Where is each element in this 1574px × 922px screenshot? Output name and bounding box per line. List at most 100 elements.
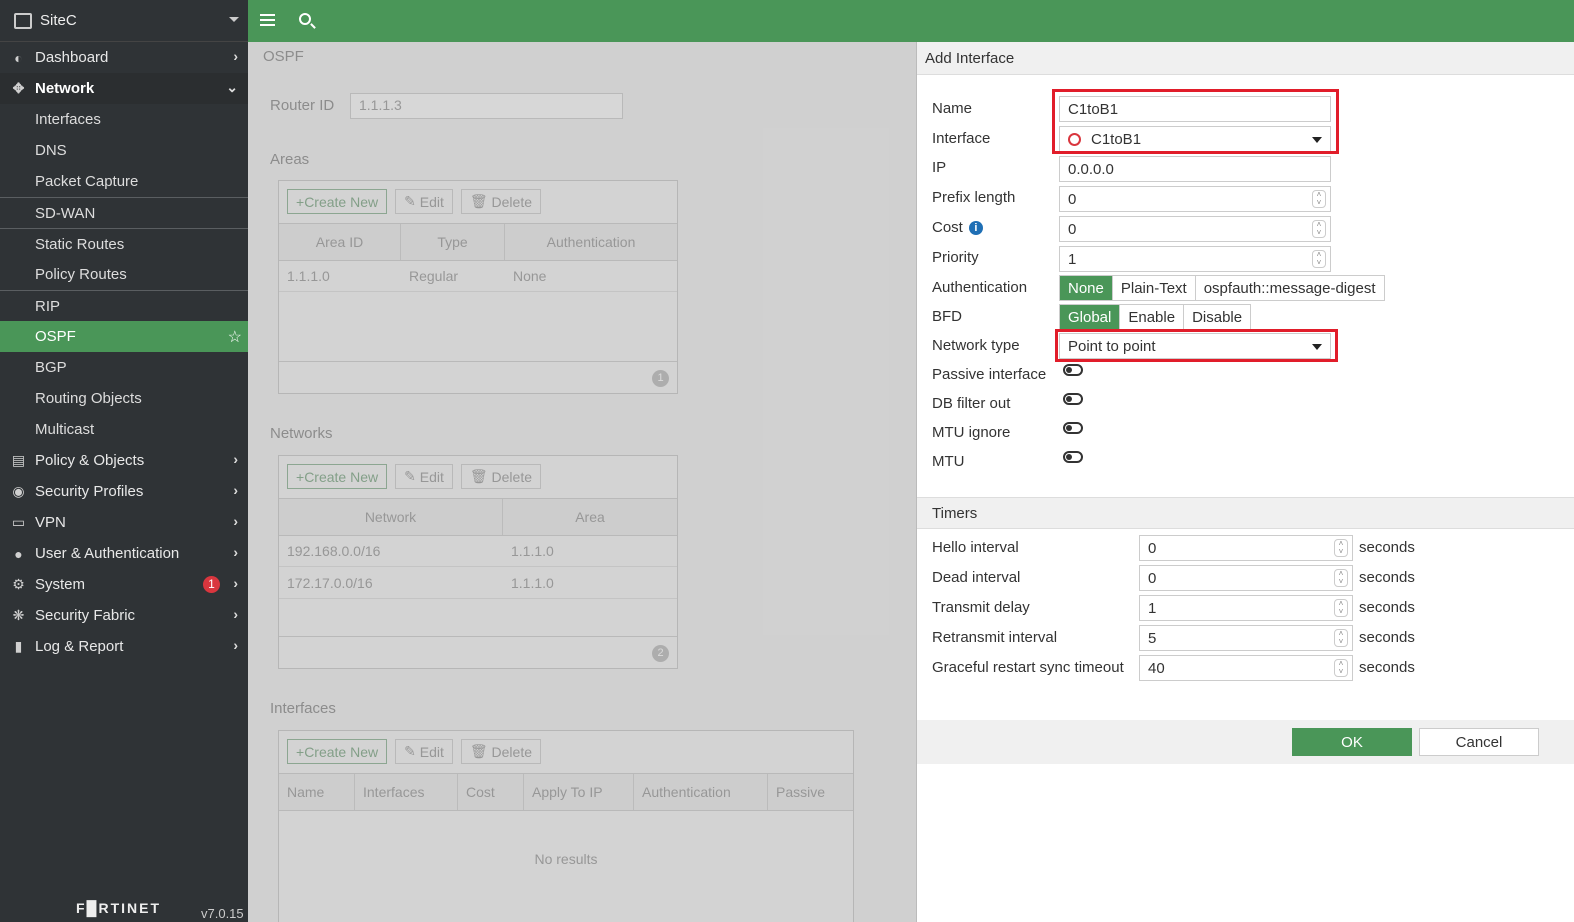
sidebar-item-routing-objects[interactable]: Routing Objects [0,383,248,414]
sidebar-item-rip[interactable]: RIP [0,290,248,321]
spinner-icon[interactable]: ˄ ˅ [1334,599,1348,617]
dialog-title: Add Interface [917,42,1574,75]
transmit-delay-input[interactable]: 1 ˄ ˅ [1139,595,1353,621]
chevron-right-icon: › [233,637,238,653]
column-header[interactable]: Name [279,774,355,810]
priority-input[interactable]: 1 ˄ ˅ [1059,246,1331,272]
sidebar-item-ospf[interactable]: OSPF ☆ [0,321,248,352]
nav-network[interactable]: ✥ Network ⌄ [0,73,248,104]
input-value: 0 [1148,569,1157,587]
edit-button[interactable]: ✎ Edit [395,464,453,489]
spinner-icon[interactable]: ˄ ˅ [1334,629,1348,647]
nav-policy-objects[interactable]: ▤ Policy & Objects › [0,445,248,476]
table-row[interactable]: 192.168.0.0/16 1.1.1.0 [279,536,677,567]
sidebar-item-policy-routes[interactable]: Policy Routes [0,259,248,290]
column-header[interactable]: Area [503,499,677,535]
create-new-button[interactable]: + Create New [287,464,388,489]
spinner-icon[interactable]: ˄ ˅ [1312,220,1326,238]
graceful-restart-input[interactable]: 40 ˄ ˅ [1139,655,1353,681]
sidebar-item-dns[interactable]: DNS [0,135,248,166]
spinner-icon[interactable]: ˄ ˅ [1334,659,1348,677]
sidebar-item-multicast[interactable]: Multicast [0,414,248,445]
search-icon[interactable] [299,13,311,25]
nav-user-authentication[interactable]: ● User & Authentication › [0,538,248,569]
sidebar-item-interfaces[interactable]: Interfaces [0,104,248,135]
input-value: 1 [1068,250,1077,268]
delete-button[interactable]: 🗑 Delete [460,739,541,764]
ok-button[interactable]: OK [1292,728,1412,756]
table-row[interactable]: 172.17.0.0/16 1.1.1.0 [279,568,677,599]
nav-dashboard[interactable]: ◐ Dashboard › [0,42,248,73]
edit-button[interactable]: ✎ Edit [395,739,453,764]
nav-label: Security Profiles [35,483,144,500]
chevron-right-icon: › [233,513,238,529]
nav-vpn[interactable]: ▭ VPN › [0,507,248,538]
cancel-button[interactable]: Cancel [1419,728,1539,756]
sidebar-item-bgp[interactable]: BGP [0,352,248,383]
table-row[interactable]: 1.1.1.0 Regular None [279,261,677,292]
spinner-icon[interactable]: ˄ ˅ [1334,569,1348,587]
button-label: Create New [304,193,379,210]
column-header[interactable]: Interfaces [355,774,458,810]
column-header[interactable]: Area ID [279,224,401,260]
column-header[interactable]: Type [401,224,505,260]
menu-icon[interactable] [260,14,275,26]
passive-interface-toggle[interactable] [1063,364,1083,376]
sidebar-item-sd-wan[interactable]: SD-WAN [0,197,248,228]
nav-label: Interfaces [35,111,101,128]
passive-interface-label: Passive interface [932,366,1047,383]
bfd-disable-option[interactable]: Disable [1184,305,1250,329]
star-icon[interactable]: ☆ [228,327,242,347]
column-header[interactable]: Authentication [505,224,677,260]
create-new-button[interactable]: + Create New [287,739,388,764]
hello-interval-label: Hello interval [932,539,1019,556]
nav-log-report[interactable]: ▮ Log & Report › [0,631,248,662]
sidebar-item-static-routes[interactable]: Static Routes [0,228,248,259]
nav-system[interactable]: ⚙ System 1 › [0,569,248,600]
mtu-ignore-toggle[interactable] [1063,422,1083,434]
button-label: Delete [491,193,532,210]
prefix-length-input[interactable]: 0 ˄ ˅ [1059,186,1331,212]
bfd-toggle: Global Enable Disable [1059,304,1252,330]
delete-button[interactable]: 🗑 Delete [460,189,541,214]
column-header[interactable]: Passive [768,774,853,810]
auth-md5-option[interactable]: ospfauth::message-digest [1196,276,1384,300]
mtu-toggle[interactable] [1063,451,1083,463]
dead-interval-input[interactable]: 0 ˄ ˅ [1139,565,1353,591]
cost-input[interactable]: 0 ˄ ˅ [1059,216,1331,242]
auth-none-option[interactable]: None [1060,276,1113,300]
device-selector[interactable]: SiteC [0,0,248,42]
chevron-right-icon: › [233,482,238,498]
nav-label: Static Routes [35,235,125,253]
delete-button[interactable]: 🗑 Delete [460,464,541,489]
auth-plaintext-option[interactable]: Plain-Text [1113,276,1196,300]
lock-icon: ◉ [12,483,25,499]
router-id-input[interactable]: 1.1.1.3 [350,93,623,119]
bfd-enable-option[interactable]: Enable [1120,305,1185,329]
button-label: Delete [491,743,532,760]
bfd-global-option[interactable]: Global [1060,305,1121,329]
retransmit-interval-input[interactable]: 5 ˄ ˅ [1139,625,1353,651]
info-icon[interactable]: i [968,221,983,235]
column-header[interactable]: Apply To IP [524,774,634,810]
spinner-icon[interactable]: ˄ ˅ [1334,539,1348,557]
nav-security-fabric[interactable]: ❋ Security Fabric › [0,600,248,631]
policy-icon: ▤ [11,452,26,468]
spinner-icon[interactable]: ˄ ˅ [1312,250,1326,268]
ip-input[interactable]: 0.0.0.0 [1059,156,1331,182]
hello-interval-input[interactable]: 0 ˄ ˅ [1139,535,1353,561]
chevron-right-icon: › [233,575,238,591]
sidebar-item-packet-capture[interactable]: Packet Capture [0,166,248,197]
column-header[interactable]: Cost [458,774,524,810]
button-label: Edit [419,193,444,210]
create-new-button[interactable]: + Create New [287,189,388,214]
nav-label: OSPF [35,328,76,345]
laptop-icon: ▭ [11,514,26,530]
spinner-icon[interactable]: ˄ ˅ [1312,190,1326,208]
ospf-page: OSPF Router ID 1.1.1.3 Areas + Create New… [248,42,916,922]
nav-security-profiles[interactable]: ◉ Security Profiles › [0,476,248,507]
column-header[interactable]: Network [279,499,503,535]
column-header[interactable]: Authentication [634,774,768,810]
db-filter-out-toggle[interactable] [1063,393,1083,405]
edit-button[interactable]: ✎ Edit [395,189,453,214]
